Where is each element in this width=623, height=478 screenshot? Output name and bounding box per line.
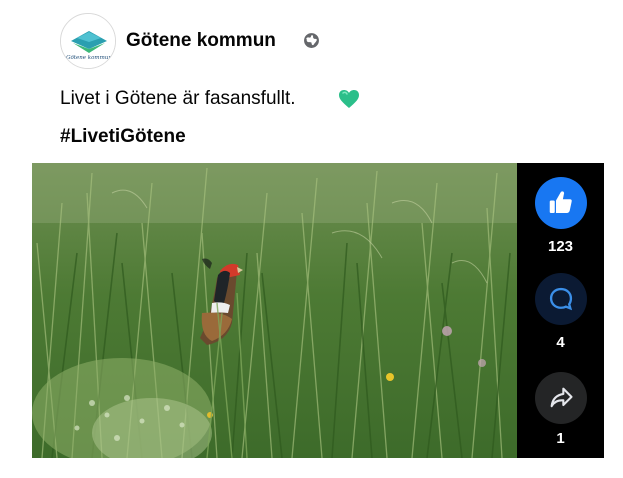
reaction-rail: 123 4 1	[517, 163, 604, 458]
gotene-logo: Götene kommun	[61, 14, 115, 68]
like-count: 123	[547, 238, 574, 255]
logo-text: Götene kommun	[66, 55, 112, 61]
share-arrow-icon	[550, 387, 573, 408]
globe-icon	[304, 33, 319, 48]
share-button[interactable]	[535, 372, 587, 424]
thumbs-up-icon	[549, 191, 572, 213]
video-player[interactable]	[32, 163, 517, 458]
green-heart-icon	[339, 90, 359, 108]
comment-button[interactable]	[535, 273, 587, 325]
video-frame-grass-pheasant	[32, 163, 517, 458]
hashtag-link[interactable]: #LivetiGötene	[60, 126, 186, 148]
comment-bubble-icon	[549, 287, 573, 311]
page-name[interactable]: Götene kommun	[126, 30, 276, 52]
page-avatar[interactable]: Götene kommun	[60, 13, 116, 69]
like-button[interactable]	[535, 177, 587, 229]
post-caption: Livet i Götene är fasansfullt.	[60, 88, 296, 109]
share-count: 1	[556, 430, 565, 447]
comment-count: 4	[556, 334, 565, 351]
